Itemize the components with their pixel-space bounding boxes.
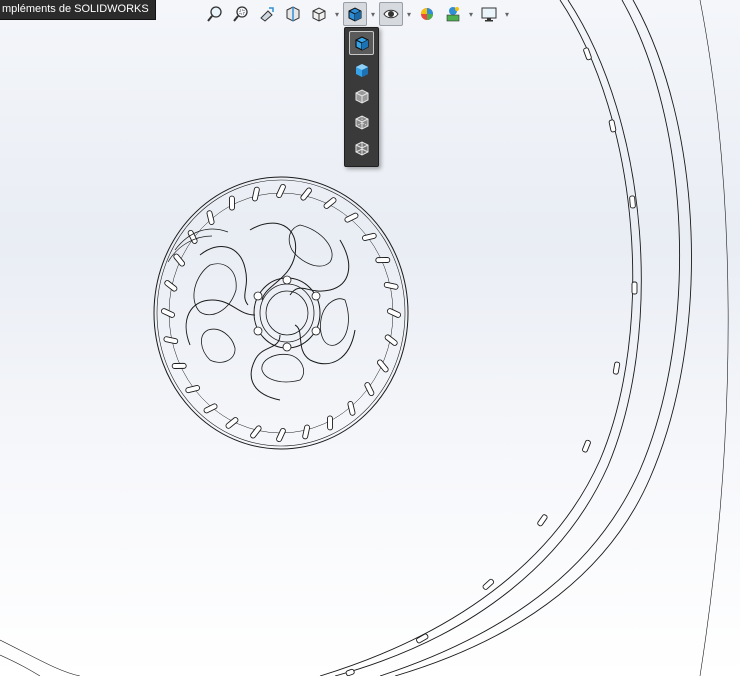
zoom-to-fit-icon[interactable]	[203, 2, 227, 26]
disc-cooling-slot	[386, 308, 402, 318]
disc-cooling-slot	[375, 257, 391, 264]
brake-disc	[153, 176, 409, 450]
display-style-flyout	[344, 27, 379, 167]
disc-cooling-slot	[160, 308, 176, 318]
disc-cooling-slot	[171, 362, 187, 369]
disc-cooling-slot	[364, 382, 375, 397]
shaded-with-edges-icon[interactable]	[349, 31, 374, 55]
disc-cooling-slot	[377, 359, 389, 373]
shaded-icon[interactable]	[349, 58, 374, 82]
disc-cooling-slot	[383, 281, 399, 290]
disc-cooling-slot	[163, 336, 179, 345]
zoom-to-area-icon[interactable]	[229, 2, 253, 26]
disc-cooling-slot	[344, 212, 359, 223]
disc-cooling-slot	[173, 253, 185, 267]
disc-cooling-slot	[362, 232, 377, 241]
disc-cooling-slot	[276, 427, 286, 443]
disc-cooling-slot	[185, 385, 200, 394]
view-orientation-dropdown-icon[interactable]: ▾	[333, 2, 341, 26]
graphics-area[interactable]: mpléments de SOLIDWORKS ▾ ▾ ▾ ▾ ▾	[0, 0, 740, 676]
wireframe-icon[interactable]	[349, 136, 374, 160]
tab-solidworks-addins[interactable]: mpléments de SOLIDWORKS	[0, 0, 156, 20]
hide-show-dropdown-icon[interactable]: ▾	[405, 2, 413, 26]
disc-cooling-slot	[276, 183, 286, 199]
disc-cooling-slot	[302, 424, 311, 440]
display-style-dropdown-icon[interactable]: ▾	[369, 2, 377, 26]
hub-bolts	[253, 275, 321, 352]
hide-show-items-icon[interactable]	[379, 2, 403, 26]
disc-cooling-slot	[300, 187, 312, 201]
apply-scene-dropdown-icon[interactable]: ▾	[467, 2, 475, 26]
disc-cooling-slot	[251, 186, 260, 202]
view-orientation-icon[interactable]	[307, 2, 331, 26]
rim-arc-4	[334, 0, 642, 676]
view-settings-dropdown-icon[interactable]: ▾	[503, 2, 511, 26]
disc-cooling-slot	[203, 403, 218, 414]
hidden-lines-visible-icon[interactable]	[349, 110, 374, 134]
rim-arc-2	[394, 0, 692, 676]
previous-view-icon[interactable]	[255, 2, 279, 26]
apply-scene-icon[interactable]	[441, 2, 465, 26]
disc-cooling-slot	[250, 425, 262, 439]
disc-cooling-slot	[206, 210, 215, 225]
disc-cooling-slot	[228, 195, 235, 211]
spoke-nipples	[345, 47, 638, 676]
view-settings-icon[interactable]	[477, 2, 501, 26]
display-style-icon[interactable]	[343, 2, 367, 26]
disc-cooling-slot	[347, 401, 356, 416]
rim-arc-faint-2	[0, 654, 41, 676]
heads-up-view-toolbar: ▾ ▾ ▾ ▾ ▾	[203, 0, 511, 28]
rim-arc-outer	[379, 0, 680, 676]
rim-arc-faint	[0, 639, 81, 676]
hidden-lines-removed-icon[interactable]	[349, 84, 374, 108]
section-view-icon[interactable]	[281, 2, 305, 26]
disc-cooling-slot	[327, 415, 334, 431]
rim-arc-inner	[699, 0, 729, 676]
edit-appearance-icon[interactable]	[415, 2, 439, 26]
